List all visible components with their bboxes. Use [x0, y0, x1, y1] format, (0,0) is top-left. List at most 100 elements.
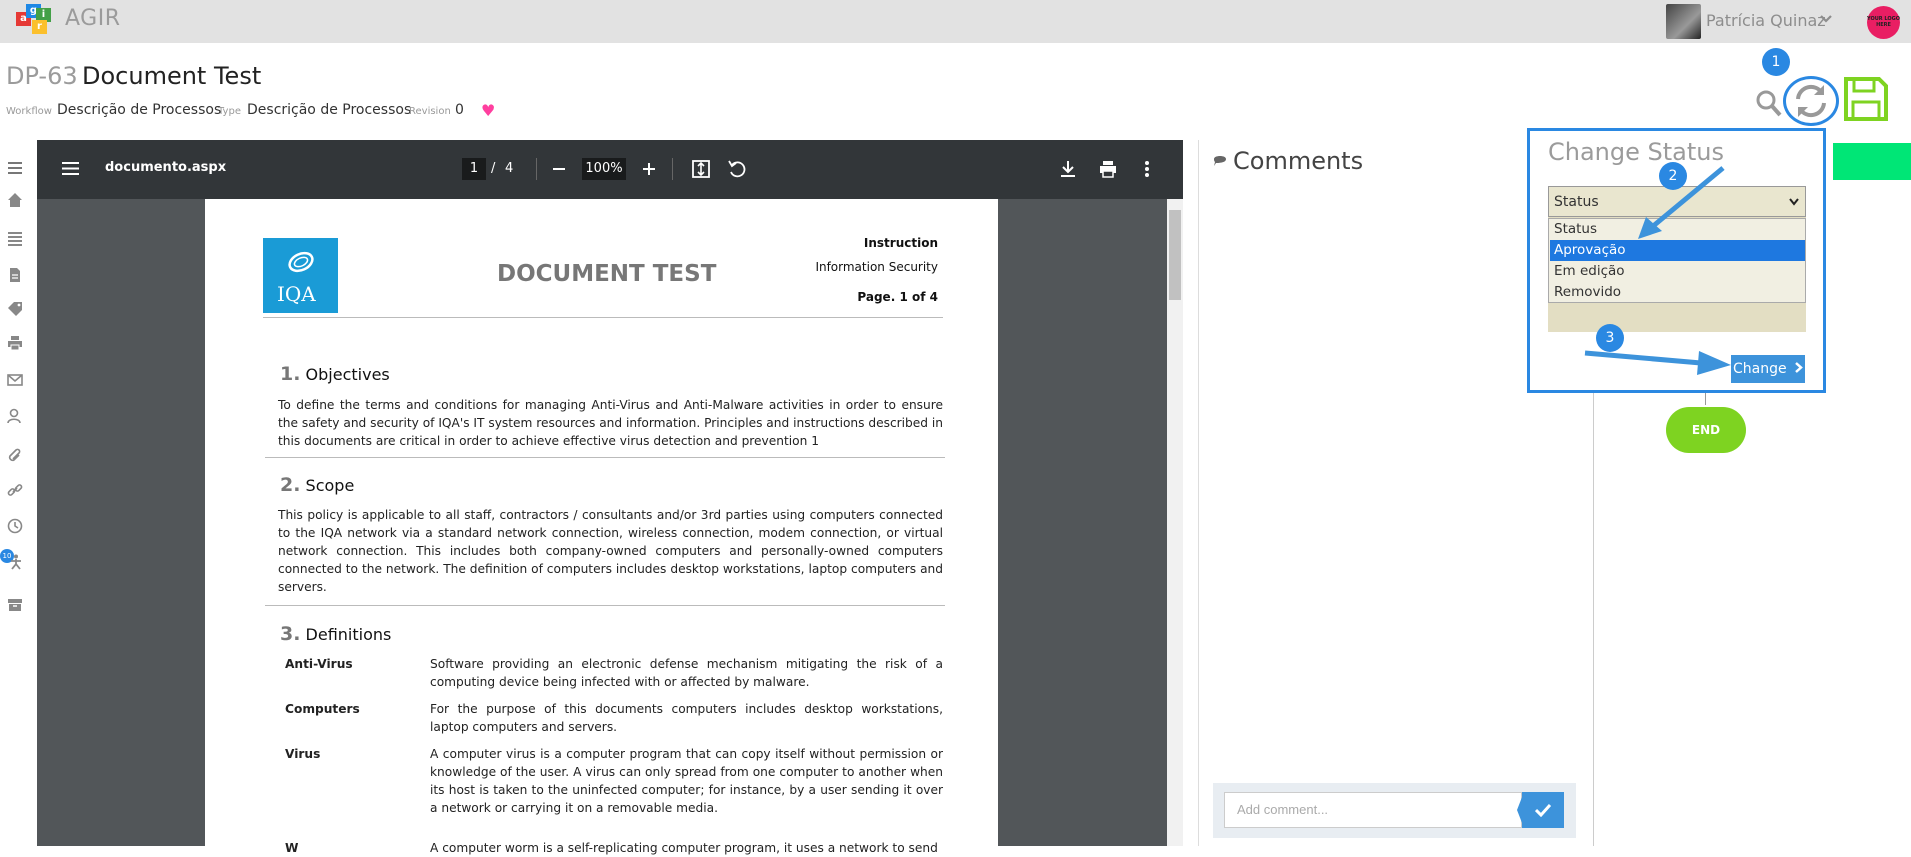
- definition-text: A computer worm is a self-replicating co…: [430, 841, 938, 855]
- iqa-logo: IQA: [263, 238, 338, 313]
- more-options-icon[interactable]: [1144, 160, 1150, 178]
- save-icon[interactable]: [1843, 76, 1889, 122]
- doc-type: Instruction: [863, 236, 938, 250]
- home-icon[interactable]: [7, 192, 23, 208]
- workflow-value: Descrição de Processos: [57, 102, 222, 118]
- doc-heading: DOCUMENT TEST: [497, 261, 717, 287]
- doc-category: Information Security: [815, 260, 938, 274]
- comment-input[interactable]: Add comment...: [1224, 792, 1522, 828]
- search-icon[interactable]: [1755, 88, 1783, 118]
- link-icon[interactable]: [7, 482, 23, 498]
- pdf-page-separator: /: [491, 161, 496, 176]
- section-number: 1.: [280, 363, 301, 385]
- definition-term: Computers: [285, 702, 360, 716]
- iqa-logo-mark: [288, 251, 314, 273]
- comments-icon: [1213, 152, 1227, 171]
- agir-logo[interactable]: a g i r: [16, 4, 52, 34]
- pdf-page-total: 4: [505, 161, 514, 176]
- workflow-connector: [1705, 393, 1706, 405]
- dialog-title: Change Status: [1548, 138, 1724, 166]
- workflow-person-icon[interactable]: [7, 554, 23, 570]
- definition-term: Virus: [285, 747, 321, 761]
- section-title: Scope: [305, 476, 355, 495]
- workflow-end-node: END: [1666, 407, 1746, 453]
- callout-arrow-2: [1638, 166, 1725, 239]
- iqa-logo-text: IQA: [277, 282, 316, 306]
- zoom-out-icon[interactable]: [552, 162, 566, 176]
- zoom-in-icon[interactable]: [642, 162, 656, 176]
- top-bar: [0, 0, 1911, 43]
- mail-icon[interactable]: [7, 372, 23, 388]
- definition-term: W: [285, 841, 299, 855]
- chevron-down-icon[interactable]: [1820, 13, 1832, 25]
- doc-page-info: Page. 1 of 4: [857, 290, 938, 304]
- left-sidebar: 10: [0, 140, 30, 846]
- divider: [265, 457, 945, 458]
- definition-text: A computer virus is a computer program t…: [430, 747, 943, 815]
- user-avatar[interactable]: [1666, 4, 1701, 39]
- type-label: Type: [218, 106, 241, 117]
- document-icon[interactable]: [7, 267, 23, 283]
- section-2-text: This policy is applicable to all staff, …: [278, 508, 943, 594]
- pdf-page: IQA DOCUMENT TEST Instruction Informatio…: [205, 199, 998, 855]
- status-option[interactable]: Em edição: [1550, 261, 1805, 282]
- print-icon[interactable]: [7, 335, 23, 351]
- chevron-down-icon: [1789, 198, 1799, 206]
- revision-label: Revision: [409, 106, 451, 117]
- refresh-icon: [1796, 84, 1826, 118]
- divider: [265, 605, 945, 606]
- status-select-value: Status: [1554, 194, 1599, 210]
- section-number: 2.: [280, 474, 301, 496]
- menu-icon[interactable]: [7, 160, 23, 176]
- pdf-page-input[interactable]: 1: [462, 158, 486, 180]
- fit-page-icon[interactable]: [692, 160, 710, 178]
- user-name[interactable]: Patrícia Quinaz: [1706, 11, 1826, 30]
- change-status-button[interactable]: [1783, 76, 1839, 126]
- pdf-menu-icon[interactable]: [62, 161, 79, 176]
- tags-icon[interactable]: [7, 301, 23, 317]
- document-title: Document Test: [82, 62, 262, 90]
- section-3-heading: 3. Definitions: [280, 623, 391, 645]
- users-icon[interactable]: [7, 408, 23, 424]
- app-name: AGIR: [65, 6, 121, 31]
- definition-text: For the purpose of this documents comput…: [430, 702, 943, 734]
- document-id: DP-63: [6, 62, 78, 90]
- company-logo: YOUR LOGO HERE: [1867, 6, 1900, 39]
- type-value: Descrição de Processos: [247, 102, 412, 118]
- history-icon[interactable]: [7, 518, 23, 534]
- chevron-right-icon: [1795, 362, 1803, 373]
- pdf-zoom-input[interactable]: 100%: [582, 158, 626, 180]
- archive-icon[interactable]: [7, 596, 23, 612]
- callout-badge-1: 1: [1762, 48, 1790, 76]
- toolbar-divider: [672, 158, 673, 180]
- favorite-heart-icon[interactable]: ♥: [481, 101, 495, 120]
- download-icon[interactable]: [1060, 160, 1076, 178]
- attachment-icon[interactable]: [7, 448, 23, 464]
- pdf-scrollbar-thumb[interactable]: [1169, 210, 1181, 300]
- section-number: 3.: [280, 623, 301, 645]
- status-option[interactable]: Removido: [1550, 282, 1805, 303]
- comments-title: Comments: [1233, 147, 1364, 175]
- send-comment-button[interactable]: [1522, 792, 1564, 828]
- toolbar-divider: [536, 158, 537, 180]
- rotate-icon[interactable]: [727, 159, 746, 178]
- check-icon: [1535, 803, 1551, 817]
- change-button[interactable]: Change: [1731, 355, 1805, 383]
- chat-bubble-icon: [1214, 156, 1226, 166]
- page-of: of: [911, 290, 926, 304]
- workflow-label: Workflow: [6, 106, 52, 117]
- print-icon[interactable]: [1099, 160, 1117, 178]
- callout-arrow-3: [1584, 350, 1731, 375]
- section-2-heading: 2. Scope: [280, 474, 354, 496]
- section-title: Objectives: [305, 365, 390, 384]
- section-1-text: To define the terms and conditions for m…: [278, 398, 943, 448]
- page-num: 1: [899, 290, 908, 304]
- page-prefix: Page.: [857, 290, 896, 304]
- page-total: 4: [929, 290, 938, 304]
- pdf-filename: documento.aspx: [105, 160, 227, 175]
- logo-letter-r: r: [32, 20, 47, 34]
- section-1-heading: 1. Objectives: [280, 363, 390, 385]
- divider: [263, 317, 943, 318]
- revision-value: 0: [455, 102, 464, 118]
- list-icon[interactable]: [7, 230, 23, 246]
